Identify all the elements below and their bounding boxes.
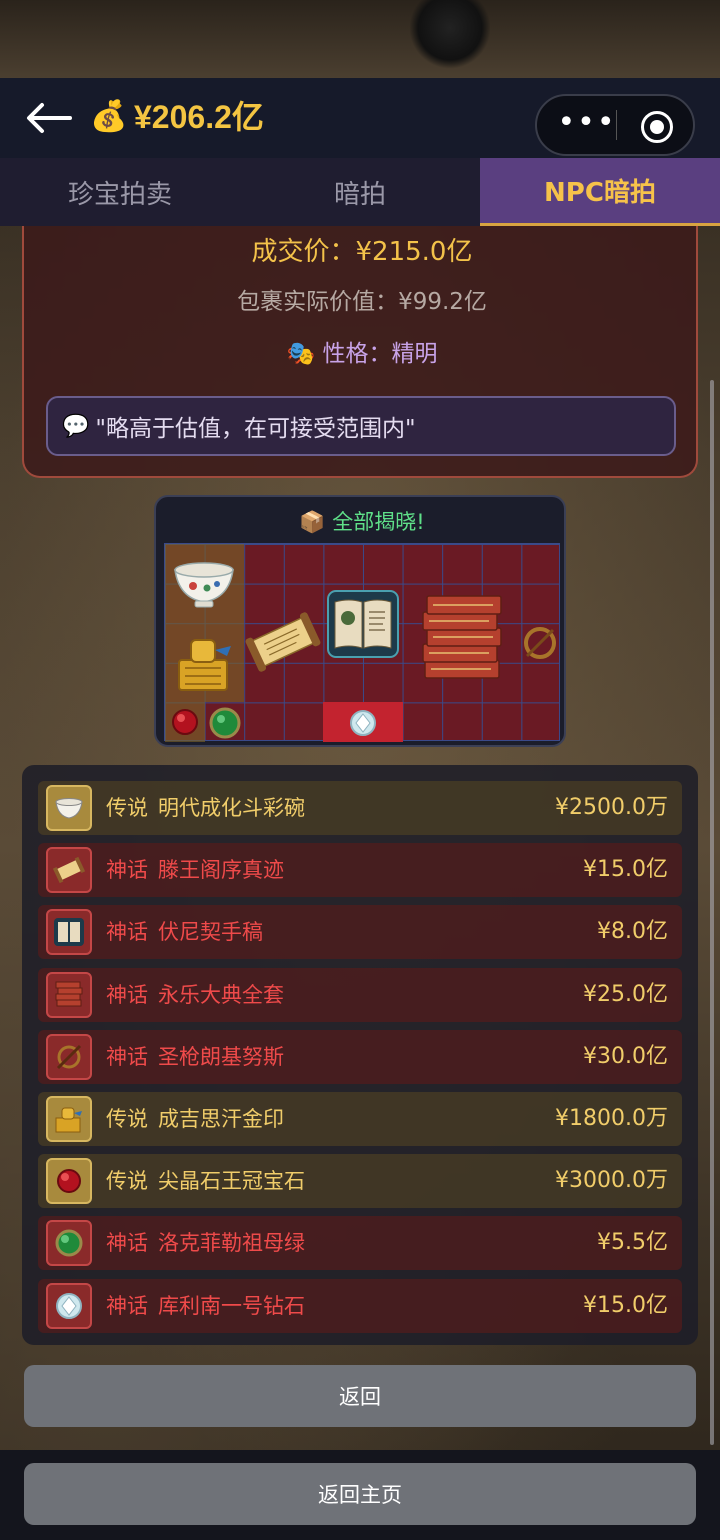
- spear-icon: [521, 624, 559, 666]
- item-row[interactable]: 神话 永乐大典全套 ¥25.0亿: [38, 967, 682, 1022]
- spear-icon: [46, 1033, 92, 1080]
- manuscript-icon: [325, 588, 401, 664]
- item-row[interactable]: 传说 成吉思汗金印 ¥1800.0万: [38, 1092, 682, 1146]
- item-name: 圣枪朗基努斯: [158, 1044, 284, 1069]
- result-card: 成交价：¥215.0亿 包裹实际价值：¥99.2亿 🎭 性格：精明 💬 "略高于…: [22, 226, 698, 478]
- item-rarity: 神话: [106, 982, 148, 1007]
- item-name: 滕王阁序真迹: [158, 858, 284, 883]
- item-rarity: 传说: [106, 1169, 148, 1194]
- item-row[interactable]: 传说 明代成化斗彩碗 ¥2500.0万: [38, 781, 682, 835]
- books-icon: [46, 971, 92, 1018]
- item-price: ¥5.5亿: [597, 1230, 668, 1256]
- reveal-title-text: 全部揭晓!: [332, 510, 425, 534]
- item-rarity: 神话: [106, 1044, 148, 1069]
- diamond-icon: [348, 708, 378, 742]
- item-price: ¥15.0亿: [583, 857, 668, 883]
- bowl-icon: [171, 558, 237, 614]
- item-name: 永乐大典全套: [158, 982, 284, 1007]
- item-rarity: 神话: [106, 1293, 148, 1318]
- actual-value: 包裹实际价值：¥99.2亿: [237, 289, 487, 315]
- tab-treasure-auction[interactable]: 珍宝拍卖: [0, 158, 240, 226]
- deal-price: 成交价：¥215.0亿: [251, 237, 473, 267]
- top-bar: 💰 ¥206.2亿 •••: [0, 78, 720, 158]
- speech-bubble-icon: 💬: [62, 413, 90, 439]
- item-price: ¥30.0亿: [583, 1043, 668, 1069]
- balance-display: ¥206.2亿: [134, 99, 264, 135]
- tab-npc-blind-auction[interactable]: NPC暗拍: [480, 158, 720, 226]
- item-row[interactable]: 神话 洛克菲勒祖母绿 ¥5.5亿: [38, 1216, 682, 1271]
- item-price: ¥8.0亿: [597, 919, 668, 945]
- manuscript-icon: [46, 909, 92, 956]
- item-price: ¥25.0亿: [583, 981, 668, 1007]
- npc-quote: 💬 "略高于估值，在可接受范围内": [46, 396, 676, 456]
- item-row[interactable]: 神话 圣枪朗基努斯 ¥30.0亿: [38, 1029, 682, 1084]
- ruby-icon: [171, 708, 199, 740]
- background-top-strip: [0, 0, 720, 78]
- item-rarity: 神话: [106, 858, 148, 883]
- back-button[interactable]: 返回: [24, 1365, 696, 1427]
- reveal-panel: 📦 全部揭晓!: [154, 495, 566, 747]
- item-price: ¥2500.0万: [555, 795, 668, 820]
- capsule-divider: [616, 110, 617, 140]
- items-list: 传说 明代成化斗彩碗 ¥2500.0万 神话 滕王阁序真迹 ¥15.0亿 神话 伏尼契手稿 ¥8…: [22, 765, 698, 1345]
- item-rarity: 传说: [106, 796, 148, 820]
- books-icon: [417, 590, 507, 694]
- emerald-icon: [46, 1220, 92, 1267]
- reveal-title: 📦 全部揭晓!: [156, 507, 568, 537]
- home-button[interactable]: 返回主页: [24, 1463, 696, 1525]
- personality-text: 性格：精明: [322, 341, 438, 367]
- inkwell-decoration: [410, 0, 490, 70]
- tab-blind-auction[interactable]: 暗拍: [240, 158, 480, 226]
- diamond-icon: [46, 1282, 92, 1329]
- scroll-icon: [245, 610, 321, 678]
- item-name: 库利南一号钻石: [158, 1293, 305, 1318]
- item-rarity: 神话: [106, 920, 148, 945]
- item-rarity: 传说: [106, 1107, 148, 1131]
- item-row[interactable]: 神话 伏尼契手稿 ¥8.0亿: [38, 905, 682, 960]
- scrollbar[interactable]: [710, 380, 714, 1445]
- back-arrow-icon[interactable]: [24, 100, 72, 136]
- item-name: 伏尼契手稿: [158, 920, 263, 945]
- seal-icon: [46, 1096, 92, 1142]
- tab-bar: 珍宝拍卖 暗拍 NPC暗拍: [0, 158, 720, 226]
- ruby-icon: [46, 1158, 92, 1205]
- bowl-icon: [46, 785, 92, 831]
- seal-icon: [173, 630, 239, 700]
- package-grid: [164, 543, 560, 743]
- mini-program-capsule: •••: [535, 94, 695, 156]
- more-icon[interactable]: •••: [557, 108, 617, 140]
- item-row[interactable]: 神话 滕王阁序真迹 ¥15.0亿: [38, 843, 682, 898]
- quote-text: "略高于估值，在可接受范围内": [95, 416, 416, 442]
- item-name: 明代成化斗彩碗: [158, 796, 305, 820]
- emerald-icon: [209, 707, 241, 743]
- package-icon: 📦: [299, 510, 326, 534]
- item-price: ¥1800.0万: [555, 1106, 668, 1131]
- item-rarity: 神话: [106, 1231, 148, 1256]
- npc-personality: 🎭 性格：精明: [24, 338, 700, 370]
- money-bag-icon: 💰: [90, 99, 128, 134]
- scroll-icon: [46, 847, 92, 894]
- item-row[interactable]: 神话 库利南一号钻石 ¥15.0亿: [38, 1278, 682, 1333]
- close-target-icon[interactable]: [641, 111, 673, 143]
- theater-masks-icon: 🎭: [286, 341, 316, 367]
- item-price: ¥15.0亿: [583, 1292, 668, 1318]
- item-name: 成吉思汗金印: [158, 1107, 284, 1131]
- item-price: ¥3000.0万: [555, 1168, 668, 1194]
- item-name: 尖晶石王冠宝石: [158, 1169, 305, 1194]
- item-row[interactable]: 传说 尖晶石王冠宝石 ¥3000.0万: [38, 1154, 682, 1209]
- item-name: 洛克菲勒祖母绿: [158, 1231, 305, 1256]
